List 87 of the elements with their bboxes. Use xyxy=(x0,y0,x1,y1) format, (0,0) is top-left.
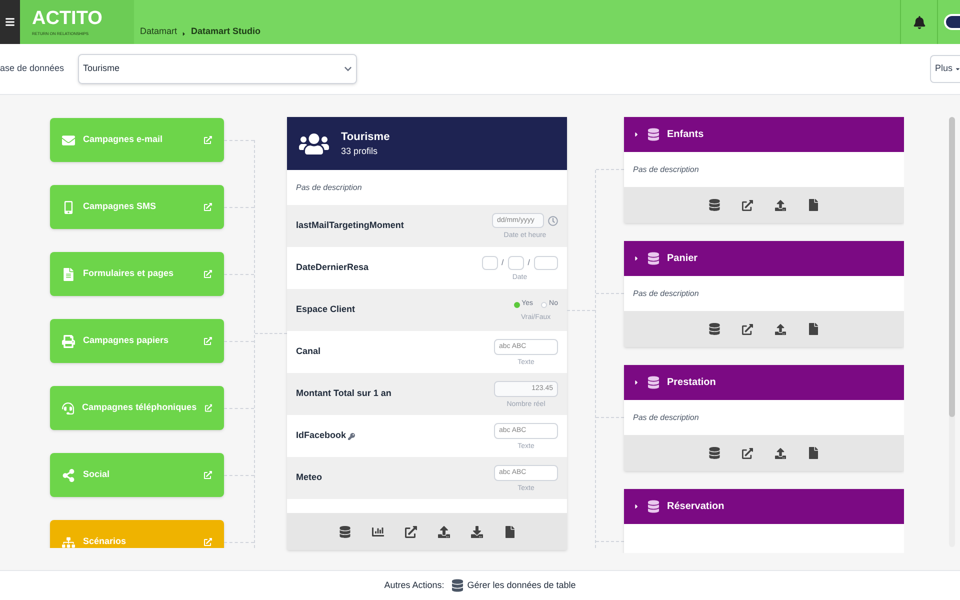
avatar[interactable] xyxy=(944,14,960,30)
field-name: Espace Client xyxy=(296,303,356,316)
linked-table-description: Pas de description xyxy=(633,164,699,176)
chevron-down-icon xyxy=(344,65,352,73)
upload-icon[interactable] xyxy=(775,324,786,334)
database-icon[interactable] xyxy=(709,199,720,211)
logo-text: ACTITO xyxy=(32,8,102,30)
linked-table-header[interactable]: Réservation xyxy=(624,489,904,524)
database-label: ase de données xyxy=(0,62,66,76)
external-link-icon[interactable] xyxy=(742,448,753,458)
radio-button[interactable] xyxy=(541,302,548,308)
file-icon[interactable] xyxy=(808,199,819,211)
headset-icon xyxy=(62,402,74,414)
profile-count: 33 profils xyxy=(341,145,379,158)
footer-label: Autres Actions: xyxy=(384,578,444,592)
menu-icon xyxy=(5,17,15,27)
database-icon[interactable] xyxy=(709,447,720,459)
breadcrumb-separator-icon xyxy=(181,31,188,37)
month-field[interactable] xyxy=(508,256,524,270)
channel-label: Campagnes e-mail xyxy=(83,133,164,146)
upload-icon[interactable] xyxy=(775,200,786,210)
linked-table-description: Pas de description xyxy=(633,288,699,300)
field-name: lastMailTargetingMoment xyxy=(296,219,404,232)
file-icon[interactable] xyxy=(504,526,516,538)
hierarchy-icon xyxy=(62,536,75,548)
linked-table-header[interactable]: Prestation xyxy=(624,365,904,400)
linked-table-title: Enfants xyxy=(667,128,704,142)
field-name: IdFacebook xyxy=(296,429,346,442)
field-name: Meteo xyxy=(296,471,322,484)
date-separator: / xyxy=(502,256,504,268)
document-icon xyxy=(62,268,75,280)
channel-label: Social xyxy=(83,468,111,482)
channel-label: Campagnes papiers xyxy=(83,334,170,348)
channel-label: Scénarios xyxy=(83,535,128,548)
database-icon[interactable] xyxy=(338,526,350,538)
menu-button[interactable] xyxy=(0,0,20,44)
file-icon[interactable] xyxy=(808,447,819,459)
breadcrumb-link[interactable]: Datamart xyxy=(140,24,178,38)
table-title: Tourisme xyxy=(341,130,390,144)
external-link-icon[interactable] xyxy=(404,526,416,538)
field-name: DateDernierResa xyxy=(296,261,369,274)
breadcrumb-link[interactable]: Datamart Studio xyxy=(191,24,261,38)
manage-data-link[interactable]: Gérer les données de table xyxy=(452,578,576,592)
external-link-icon[interactable] xyxy=(742,324,753,334)
database-icon xyxy=(648,500,659,513)
select-value: Tourisme xyxy=(83,62,120,76)
upload-icon[interactable] xyxy=(775,448,786,458)
database-select[interactable]: Tourisme xyxy=(78,54,357,84)
printer-icon xyxy=(62,334,75,348)
expand-icon[interactable] xyxy=(633,379,640,386)
bell-icon xyxy=(912,16,926,28)
external-link-icon[interactable] xyxy=(742,200,753,210)
day-field[interactable] xyxy=(482,256,498,270)
database-icon[interactable] xyxy=(709,323,720,335)
network-icon xyxy=(62,468,75,482)
database-icon xyxy=(648,252,659,265)
expand-icon[interactable] xyxy=(633,503,640,510)
expand-icon[interactable] xyxy=(633,131,640,138)
envelope-icon xyxy=(62,134,75,146)
linked-table-title: Réservation xyxy=(667,500,724,514)
channel-label: Campagnes SMS xyxy=(83,200,158,214)
channel-label: Formulaires et pages xyxy=(83,267,175,280)
more-button[interactable]: Plus xyxy=(930,55,960,83)
scrollbar[interactable] xyxy=(949,117,955,547)
linked-table-description: Pas de description xyxy=(633,412,699,424)
caret-icon xyxy=(954,66,960,72)
file-icon[interactable] xyxy=(808,323,819,335)
phone-icon xyxy=(62,200,75,214)
linked-table-title: Panier xyxy=(667,252,698,266)
database-icon xyxy=(452,579,464,592)
date-separator: / xyxy=(528,256,530,268)
users-icon xyxy=(299,132,329,156)
channel-label: Campagnes téléphoniques xyxy=(82,401,197,414)
linked-table-title: Prestation xyxy=(667,376,716,390)
field-name: Canal xyxy=(296,345,321,358)
linked-table-header[interactable]: Enfants xyxy=(624,117,904,152)
table-description: Pas de description xyxy=(296,182,362,194)
radio-button[interactable] xyxy=(514,302,520,308)
bar-chart-icon[interactable] xyxy=(372,526,384,538)
download-icon[interactable] xyxy=(470,526,482,538)
database-icon xyxy=(648,376,659,389)
expand-icon[interactable] xyxy=(633,255,640,262)
database-icon xyxy=(648,128,659,141)
field-name: Montant Total sur 1 an xyxy=(296,387,392,400)
linked-table-header[interactable]: Panier xyxy=(624,241,904,276)
year-field[interactable] xyxy=(534,256,558,270)
upload-icon[interactable] xyxy=(438,526,450,538)
